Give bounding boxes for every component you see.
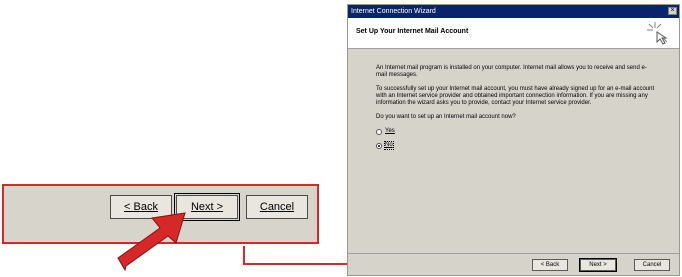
pointer-arrow-icon xyxy=(117,212,186,272)
page-title: Set Up Your Internet Mail Account xyxy=(356,28,469,35)
close-button[interactable]: × xyxy=(668,7,677,15)
radio-no-circle[interactable] xyxy=(376,142,382,149)
close-icon: × xyxy=(670,7,675,14)
window-titlebar: Internet Connection Wizard × xyxy=(348,5,679,18)
wizard-wand-icon xyxy=(647,22,668,45)
radio-yes-label[interactable]: Yes xyxy=(385,128,395,135)
internet-connection-wizard-window: Internet Connection Wizard × Set Up Your… xyxy=(347,4,680,276)
intro-paragraph: An Internet mail program is installed on… xyxy=(376,65,647,78)
question-text: Do you want to set up an Internet mail a… xyxy=(376,114,516,120)
instructions-paragraph: To successfully set up your Internet mai… xyxy=(376,86,655,106)
radio-yes[interactable]: Yes xyxy=(376,128,656,135)
footer-divider xyxy=(348,253,679,254)
wizard-header: Set Up Your Internet Mail Account xyxy=(348,18,679,49)
next-button[interactable]: Next > xyxy=(579,258,617,272)
wizard-body: An Internet mail program is installed on… xyxy=(376,65,656,150)
window-title: Internet Connection Wizard xyxy=(351,8,436,15)
radio-no[interactable]: No xyxy=(376,141,656,150)
radio-no-label[interactable]: No xyxy=(384,141,394,150)
cancel-button[interactable]: Cancel xyxy=(634,259,670,271)
back-button[interactable]: < Back xyxy=(532,259,568,271)
radio-yes-circle[interactable] xyxy=(376,128,382,135)
